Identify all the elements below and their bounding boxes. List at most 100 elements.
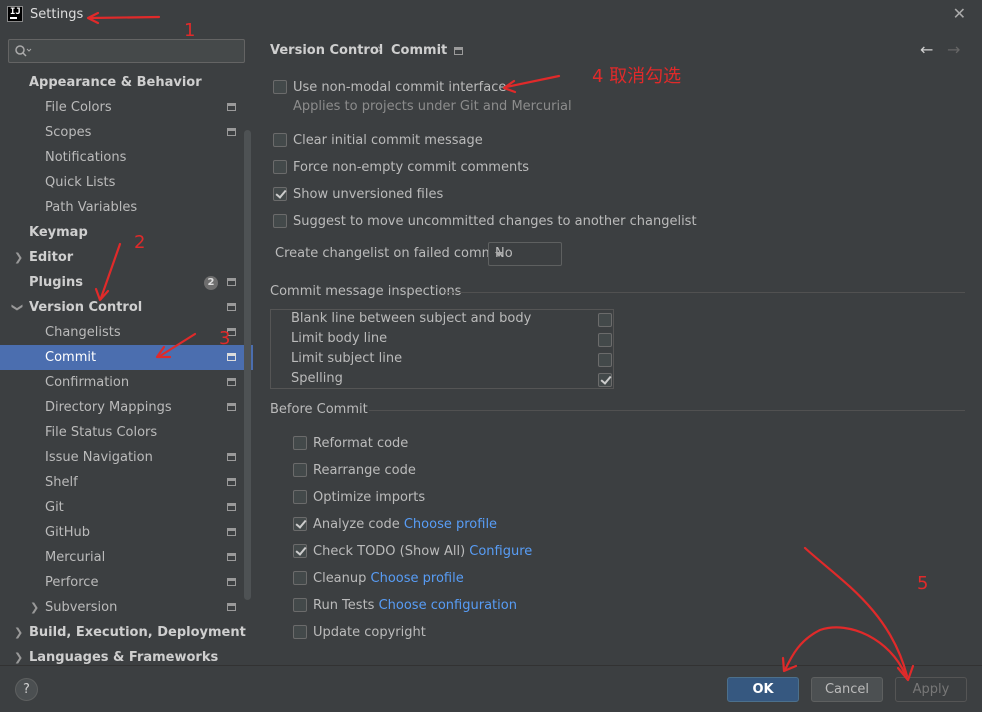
help-button[interactable]: ? [15,678,38,701]
changelist-failed-label: Create changelist on failed commit: [275,246,508,261]
sidebar-item-path-variables[interactable]: Path Variables [0,195,253,220]
inspection-checkbox[interactable] [598,373,612,387]
search-icon [15,45,32,57]
sidebar-item-changelists[interactable]: Changelists [0,320,253,345]
breadcrumb-separator-icon: › [377,42,383,57]
non-modal-checkbox[interactable] [273,80,287,94]
dialog-button-bar: ? OK Cancel Apply [0,665,982,712]
plugins-count-badge: 2 [204,276,218,290]
sidebar-item-label: Changelists [45,325,121,340]
check-todo-checkbox[interactable] [293,544,307,558]
ok-button[interactable]: OK [727,677,799,702]
show-unversioned-checkbox[interactable] [273,187,287,201]
sidebar-item-label: Editor [29,250,74,265]
sidebar-item-shelf[interactable]: Shelf [0,470,253,495]
sidebar-item-confirmation[interactable]: Confirmation [0,370,253,395]
sidebar-item-label: Notifications [45,150,127,165]
sidebar-item-label: Quick Lists [45,175,116,190]
analyze-code-checkbox[interactable] [293,517,307,531]
sidebar-item-file-status-colors[interactable]: File Status Colors [0,420,253,445]
sidebar-item-label: Appearance & Behavior [29,75,202,90]
close-icon[interactable]: ✕ [953,4,966,23]
forward-arrow-icon[interactable]: → [947,40,960,59]
clear-initial-message-checkbox[interactable] [273,133,287,147]
inspections-title: Commit message inspections [270,284,462,299]
sidebar-item-mercurial[interactable]: Mercurial [0,545,253,570]
inspection-checkbox[interactable] [598,353,612,367]
annotation-number-3: 3 [219,328,231,349]
sidebar-item-version-control[interactable]: ❯ Version Control [0,295,253,320]
search-input[interactable] [8,39,245,63]
sidebar-scrollbar[interactable] [244,130,251,600]
cleanup-choose-profile-link[interactable]: Choose profile [371,571,464,586]
project-scope-icon [227,603,236,611]
project-scope-icon [227,128,236,136]
sidebar-item-commit[interactable]: Commit [0,345,253,370]
sidebar-item-languages[interactable]: ❯ Languages & Frameworks [0,645,253,665]
sidebar-item-keymap[interactable]: Keymap [0,220,253,245]
cleanup-label: Cleanup [313,571,367,586]
sidebar-item-notifications[interactable]: Notifications [0,145,253,170]
cleanup-row: Cleanup Choose profile [313,571,464,586]
inspection-checkbox[interactable] [598,333,612,347]
sidebar-item-scopes[interactable]: Scopes [0,120,253,145]
sidebar-item-editor[interactable]: ❯ Editor [0,245,253,270]
sidebar-item-issue-navigation[interactable]: Issue Navigation [0,445,253,470]
divider [369,410,965,411]
update-copyright-checkbox[interactable] [293,625,307,639]
chevron-right-icon[interactable]: ❯ [14,645,23,665]
run-tests-row: Run Tests Choose configuration [313,598,517,613]
chevron-right-icon[interactable]: ❯ [30,595,39,620]
rearrange-code-checkbox[interactable] [293,463,307,477]
sidebar-item-appearance[interactable]: Appearance & Behavior [0,70,253,95]
sidebar-item-label: File Status Colors [45,425,158,440]
project-scope-icon [227,353,236,361]
suggest-move-checkbox[interactable] [273,214,287,228]
chevron-right-icon[interactable]: ❯ [14,245,23,270]
sidebar-item-subversion[interactable]: ❯ Subversion [0,595,253,620]
back-arrow-icon[interactable]: ← [920,40,933,59]
rearrange-code-label: Rearrange code [313,463,416,478]
chevron-down-icon [495,252,503,257]
analyze-code-choose-profile-link[interactable]: Choose profile [404,517,497,532]
project-scope-icon [227,378,236,386]
sidebar-item-quick-lists[interactable]: Quick Lists [0,170,253,195]
sidebar-item-label: GitHub [45,525,91,540]
apply-button[interactable]: Apply [895,677,967,702]
sidebar-item-label: Perforce [45,575,99,590]
reformat-code-checkbox[interactable] [293,436,307,450]
window-title: Settings [30,7,84,22]
chevron-right-icon[interactable]: ❯ [14,620,23,645]
inspection-checkbox[interactable] [598,313,612,327]
sidebar-item-github[interactable]: GitHub [0,520,253,545]
cancel-button[interactable]: Cancel [811,677,883,702]
sidebar-item-file-colors[interactable]: File Colors [0,95,253,120]
run-tests-checkbox[interactable] [293,598,307,612]
changelist-failed-select[interactable]: No [488,242,562,266]
sidebar-item-label: File Colors [45,100,112,115]
sidebar-item-label: Confirmation [45,375,130,390]
run-tests-label: Run Tests [313,598,375,613]
sidebar-item-perforce[interactable]: Perforce [0,570,253,595]
project-scope-icon [227,578,236,586]
sidebar-item-git[interactable]: Git [0,495,253,520]
breadcrumb-parent[interactable]: Version Control [270,43,383,58]
analyze-code-label: Analyze code [313,517,400,532]
sidebar-item-plugins[interactable]: Plugins 2 [0,270,253,295]
reformat-code-label: Reformat code [313,436,409,451]
project-scope-icon [227,103,236,111]
optimize-imports-checkbox[interactable] [293,490,307,504]
cleanup-checkbox[interactable] [293,571,307,585]
sidebar-item-build[interactable]: ❯ Build, Execution, Deployment [0,620,253,645]
sidebar-item-label: Mercurial [45,550,106,565]
non-modal-hint: Applies to projects under Git and Mercur… [293,99,572,114]
sidebar-item-label: Subversion [45,600,118,615]
sidebar-item-directory-mappings[interactable]: Directory Mappings [0,395,253,420]
run-tests-choose-configuration-link[interactable]: Choose configuration [379,598,517,613]
force-non-empty-checkbox[interactable] [273,160,287,174]
chevron-down-icon[interactable]: ❯ [5,303,30,312]
intellij-logo-icon: IJ [7,6,23,22]
inspection-label: Blank line between subject and body [291,311,532,326]
check-todo-configure-link[interactable]: Configure [469,544,532,559]
commit-settings-panel: Version Control › Commit ← → Use non-mod… [253,30,982,665]
